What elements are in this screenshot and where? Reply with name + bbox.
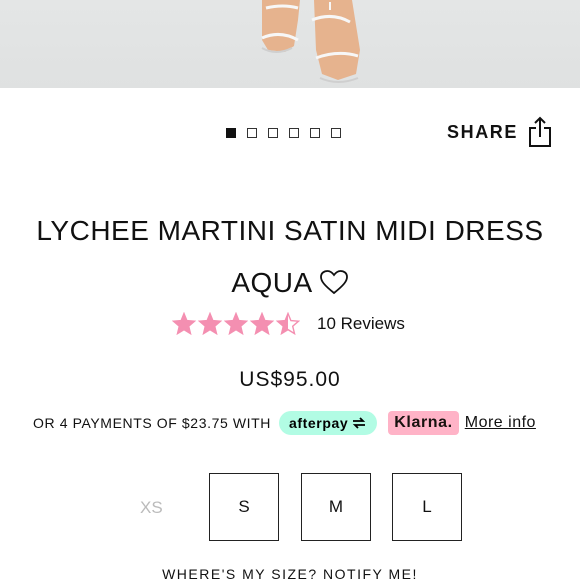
star-full-icon (250, 312, 274, 336)
product-rating: 10 Reviews (172, 312, 405, 336)
gallery-pagination (226, 128, 341, 138)
gallery-dot[interactable] (289, 128, 299, 138)
wishlist-heart-icon[interactable] (319, 260, 349, 312)
gallery-dot[interactable] (247, 128, 257, 138)
afterpay-label: afterpay (289, 415, 349, 431)
share-icon (529, 116, 551, 147)
star-full-icon (224, 312, 248, 336)
product-price: US$95.00 (239, 368, 341, 391)
klarna-badge[interactable]: Klarna. (388, 411, 459, 435)
installment-text: OR 4 PAYMENTS OF $23.75 WITH (33, 415, 271, 431)
gallery-dot[interactable] (268, 128, 278, 138)
installment-payments: OR 4 PAYMENTS OF $23.75 WITH afterpay Kl… (33, 411, 536, 435)
size-option-xs: XS (140, 498, 163, 517)
product-title-line2: AQUA (231, 266, 313, 298)
product-title-line1: LYCHEE MARTINI SATIN MIDI DRESS (36, 214, 544, 246)
rating-stars (172, 312, 300, 336)
star-half-icon (276, 312, 300, 336)
reviews-link[interactable]: 10 Reviews (317, 314, 405, 334)
size-option-s[interactable]: S (209, 473, 279, 541)
product-image[interactable] (0, 0, 580, 88)
share-label: SHARE (446, 121, 518, 142)
afterpay-arrows-icon (353, 417, 366, 429)
star-full-icon (172, 312, 196, 336)
more-info-link[interactable]: More info (465, 414, 536, 432)
product-title: LYCHEE MARTINI SATIN MIDI DRESS AQUA (0, 205, 580, 312)
share-button[interactable]: SHARE (447, 116, 552, 148)
sandal-feet-image (261, 0, 360, 83)
afterpay-badge[interactable]: afterpay (279, 411, 378, 435)
gallery-dot[interactable] (310, 128, 320, 138)
size-option-l[interactable]: L (392, 473, 462, 541)
gallery-dot[interactable] (331, 128, 341, 138)
size-option-m[interactable]: M (301, 473, 371, 541)
gallery-dot[interactable] (226, 128, 236, 138)
star-full-icon (198, 312, 222, 336)
